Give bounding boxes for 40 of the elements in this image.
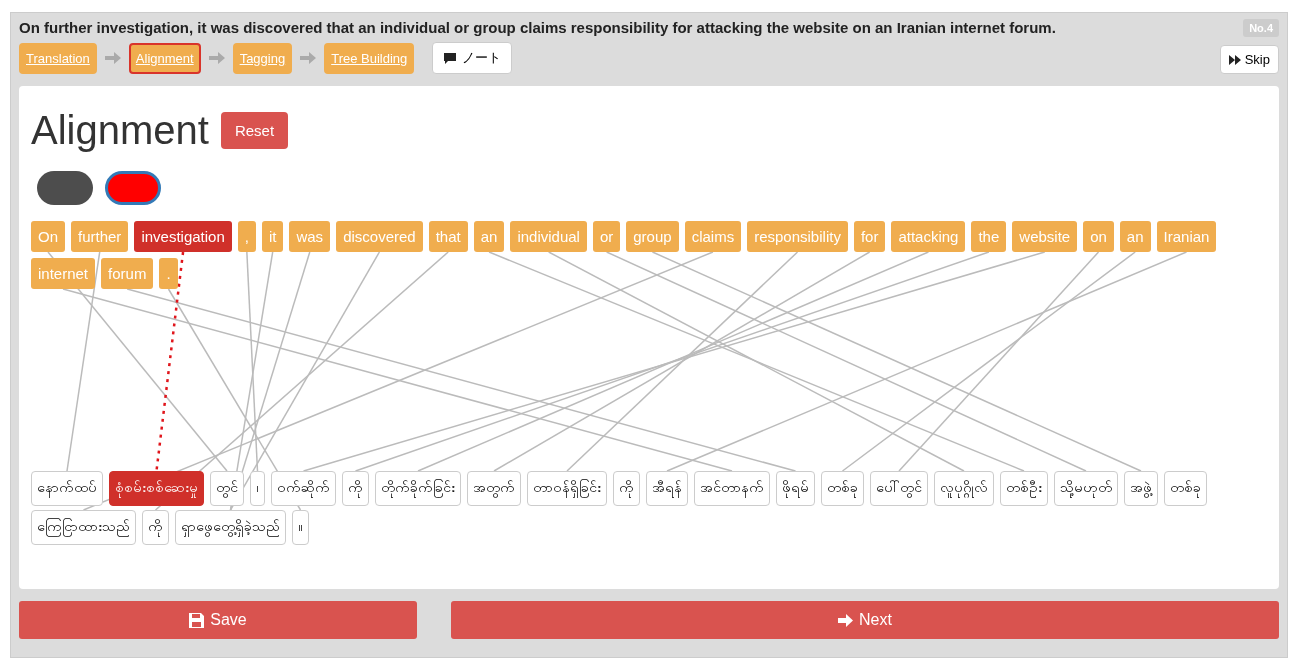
target-word[interactable]: ကို — [342, 471, 369, 506]
target-word[interactable]: လူပုဂ္ဂိုလ် — [934, 471, 994, 506]
target-word[interactable]: ကို — [613, 471, 640, 506]
note-button[interactable]: ノート — [432, 42, 513, 74]
save-button[interactable]: Save — [19, 601, 417, 639]
arrow-icon — [299, 51, 318, 65]
target-word[interactable]: အီရန် — [646, 471, 688, 506]
target-word[interactable]: အဖွဲ့ — [1124, 471, 1158, 506]
target-word[interactable]: ရှာဖွေတွေ့ရှိခဲ့သည် — [175, 510, 286, 545]
target-word[interactable]: ပေါ်တွင် — [870, 471, 928, 506]
target-word[interactable]: ။ — [292, 510, 309, 545]
page-heading: Alignment — [31, 108, 209, 153]
reset-button[interactable]: Reset — [220, 112, 289, 149]
target-word[interactable]: ဖိုရမ် — [776, 471, 815, 506]
target-word[interactable]: ၊ — [250, 471, 265, 506]
next-button[interactable]: Next — [451, 601, 1279, 639]
comment-icon — [443, 51, 458, 65]
target-word[interactable]: တိုက်ခိုက်ခြင်း — [375, 471, 461, 506]
target-word[interactable]: တာဝန်ရှိခြင်း — [527, 471, 607, 506]
target-word[interactable]: နောက်ထပ် — [31, 471, 103, 506]
color-toggle[interactable] — [105, 171, 161, 205]
arrow-icon — [103, 51, 122, 65]
target-word[interactable]: သို့မဟုတ် — [1054, 471, 1118, 506]
target-word[interactable]: ကြေငြာထားသည် — [31, 510, 136, 545]
arrow-icon — [207, 51, 226, 65]
color-toggle[interactable] — [37, 171, 93, 205]
target-word[interactable]: တစ်ခု — [1164, 471, 1207, 506]
target-word[interactable]: တစ်ဦး — [1000, 471, 1048, 506]
target-word[interactable]: တွင် — [210, 471, 244, 506]
target-word[interactable]: တစ်ခု — [821, 471, 864, 506]
target-word[interactable]: အင်တာနက် — [694, 471, 770, 506]
target-word[interactable]: ဝက်ဆိုက် — [271, 471, 336, 506]
source-sentence: On further investigation, it was discovered that an individual or group claims responsibility for attacking the website on an Iranian internet forum. — [19, 19, 1056, 36]
skip-button[interactable]: Skip — [1219, 45, 1279, 74]
arrow-right-icon — [838, 613, 854, 627]
target-word[interactable]: အတွက် — [467, 471, 521, 506]
source-word[interactable]: investigation — [134, 221, 232, 252]
fast-forward-icon — [1228, 54, 1241, 65]
target-word[interactable]: ကို — [142, 510, 169, 545]
target-word[interactable]: စုံစမ်းစစ်ဆေးမှု — [109, 471, 204, 506]
